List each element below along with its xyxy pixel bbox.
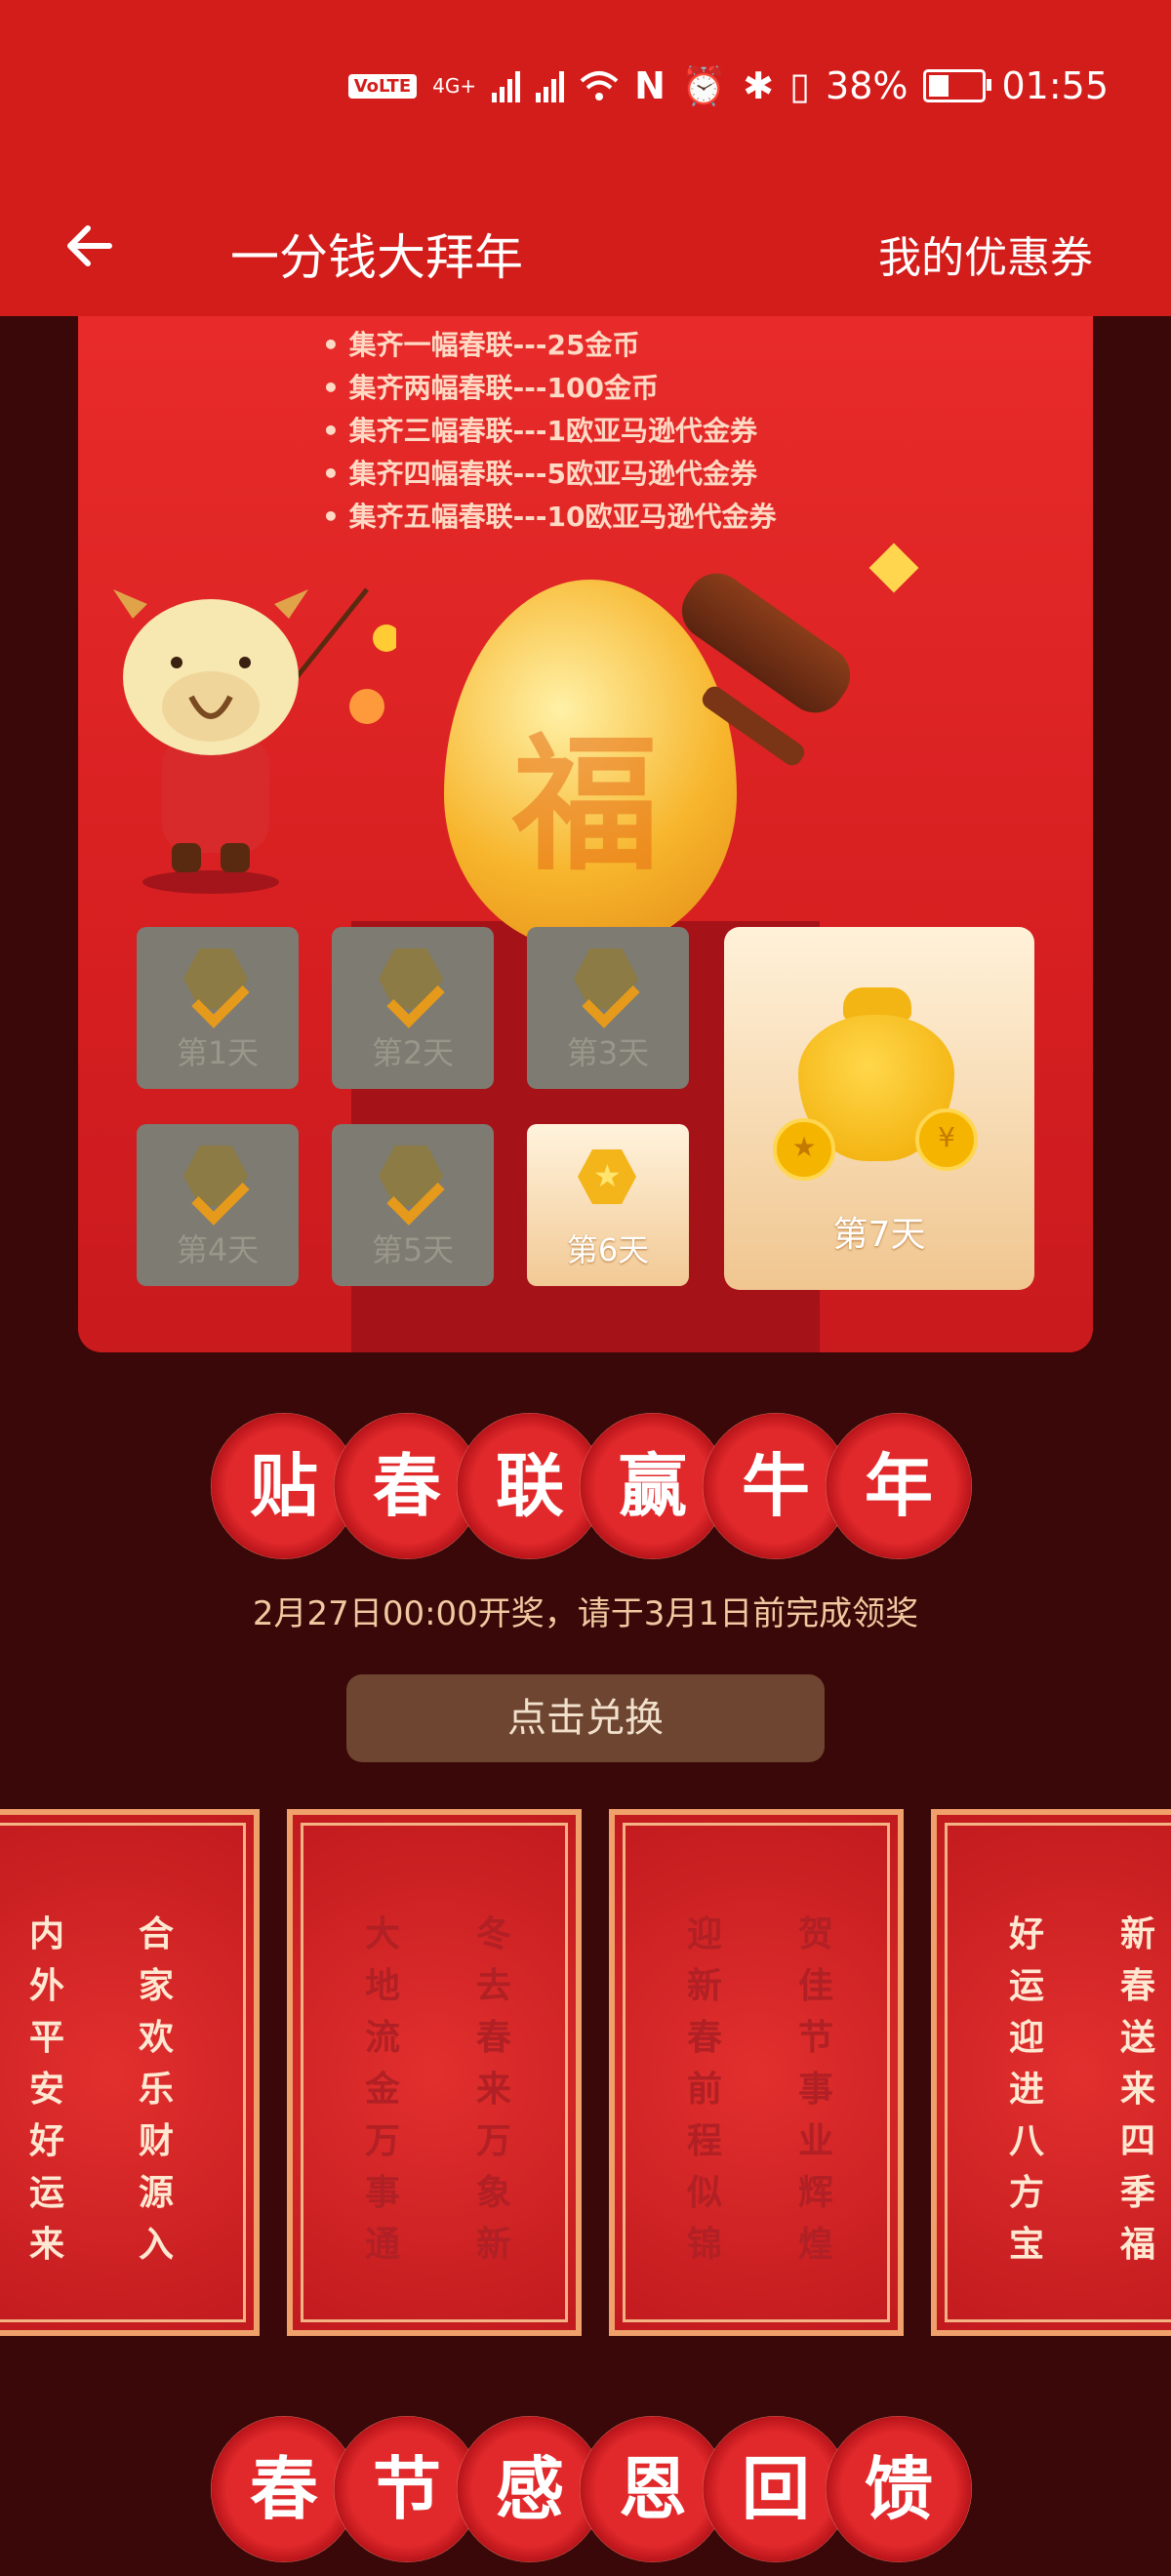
star-icon: ★	[593, 1157, 622, 1194]
day-label: 第3天	[566, 1034, 650, 1071]
signal-icon-2	[536, 69, 565, 102]
fu-character-decoration: 福	[512, 721, 660, 891]
couplet-right-line: 贺佳节事业辉煌	[797, 1913, 833, 2265]
rule-item: 集齐三幅春联---1欧亚马逊代金券	[322, 410, 777, 453]
sign-in-card: 集齐一幅春联---25金币 集齐两幅春联---100金币 集齐三幅春联---1欧…	[78, 316, 1093, 1352]
network-type: 4G+	[432, 74, 477, 98]
banner-title-couplets: 贴 春 联 赢 牛 年	[211, 1413, 972, 1559]
page-title: 一分钱大拜年	[230, 229, 523, 286]
day-5-card[interactable]: 第5天	[332, 1124, 494, 1286]
day-2-card[interactable]: 第2天	[332, 927, 494, 1089]
sparkle-icon	[868, 543, 919, 593]
couplet-left-line: 好运迎进八方宝	[1008, 1913, 1044, 2265]
couplet-left-line: 内外平安好运来	[28, 1913, 64, 2265]
day-label: 第4天	[176, 1231, 260, 1268]
coin-icon: ★	[773, 1118, 835, 1181]
signal-icon	[492, 69, 521, 102]
alarm-icon: ⏰	[680, 63, 728, 107]
banner-char: 馈	[826, 2416, 972, 2562]
back-arrow-icon[interactable]	[59, 215, 121, 277]
day-label: 第1天	[176, 1034, 260, 1071]
rule-item: 集齐两幅春联---100金币	[322, 367, 777, 410]
battery-icon	[923, 69, 992, 102]
couplet-card-1[interactable]: 内外平安好运来 合家欢乐财源入	[0, 1809, 260, 2336]
status-icons: VoLTE 4G+ N ⏰ ✱ ▯ 38% 01:55	[347, 57, 1109, 115]
status-bar: VoLTE 4G+ N ⏰ ✱ ▯ 38% 01:55	[0, 0, 1171, 176]
golden-egg-illustration: 福	[444, 580, 737, 950]
clock: 01:55	[1001, 64, 1109, 107]
day-label: 第5天	[371, 1231, 455, 1268]
couplet-right-line: 合家欢乐财源入	[138, 1913, 174, 2265]
nfc-icon: N	[634, 64, 666, 107]
wifi-icon	[580, 71, 619, 101]
day-1-card[interactable]: 第1天	[137, 927, 299, 1089]
reward-rules: 集齐一幅春联---25金币 集齐两幅春联---100金币 集齐三幅春联---1欧…	[322, 324, 777, 539]
battery-percent: 38%	[826, 64, 909, 107]
day-4-card[interactable]: 第4天	[137, 1124, 299, 1286]
banner-char: 年	[826, 1413, 972, 1559]
couplet-right-line: 冬去春来万象新	[475, 1913, 511, 2265]
day-6-card[interactable]: ★ 第6天	[527, 1124, 689, 1286]
couplet-left-line: 迎新春前程似锦	[686, 1913, 722, 2265]
bluetooth-icon: ✱	[743, 64, 775, 107]
volte-badge: VoLTE	[347, 73, 418, 99]
vibrate-icon: ▯	[789, 64, 811, 107]
day-label: 第2天	[371, 1034, 455, 1071]
couplet-card-3[interactable]: 迎新春前程似锦 贺佳节事业辉煌	[609, 1809, 904, 2336]
couplet-card-2[interactable]: 大地流金万事通 冬去春来万象新	[287, 1809, 582, 2336]
rule-item: 集齐一幅春联---25金币	[322, 324, 777, 367]
day-label: 第6天	[566, 1231, 650, 1268]
draw-info-text: 2月27日00:00开奖，请于3月1日前完成领奖	[252, 1594, 919, 1633]
ox-mascot-illustration	[113, 587, 396, 894]
rule-item: 集齐五幅春联---10欧亚马逊代金券	[322, 496, 777, 539]
day-3-card[interactable]: 第3天	[527, 927, 689, 1089]
app-header: 一分钱大拜年 我的优惠券	[0, 176, 1171, 316]
banner-title-feedback: 春 节 感 恩 回 馈	[211, 2416, 972, 2562]
couplet-right-line: 新春送来四季福	[1119, 1913, 1155, 2265]
day-label: 第7天	[832, 1215, 926, 1255]
my-coupons-link[interactable]: 我的优惠券	[878, 222, 1093, 285]
coin-stack-icon: ¥	[915, 1108, 978, 1171]
couplet-left-line: 大地流金万事通	[364, 1913, 400, 2265]
couplet-card-4[interactable]: 好运迎进八方宝 新春送来四季福	[931, 1809, 1171, 2336]
rule-item: 集齐四幅春联---5欧亚马逊代金券	[322, 453, 777, 496]
day-7-card[interactable]: ★ ¥ 第7天	[724, 927, 1034, 1290]
exchange-button[interactable]: 点击兑换	[346, 1674, 825, 1762]
